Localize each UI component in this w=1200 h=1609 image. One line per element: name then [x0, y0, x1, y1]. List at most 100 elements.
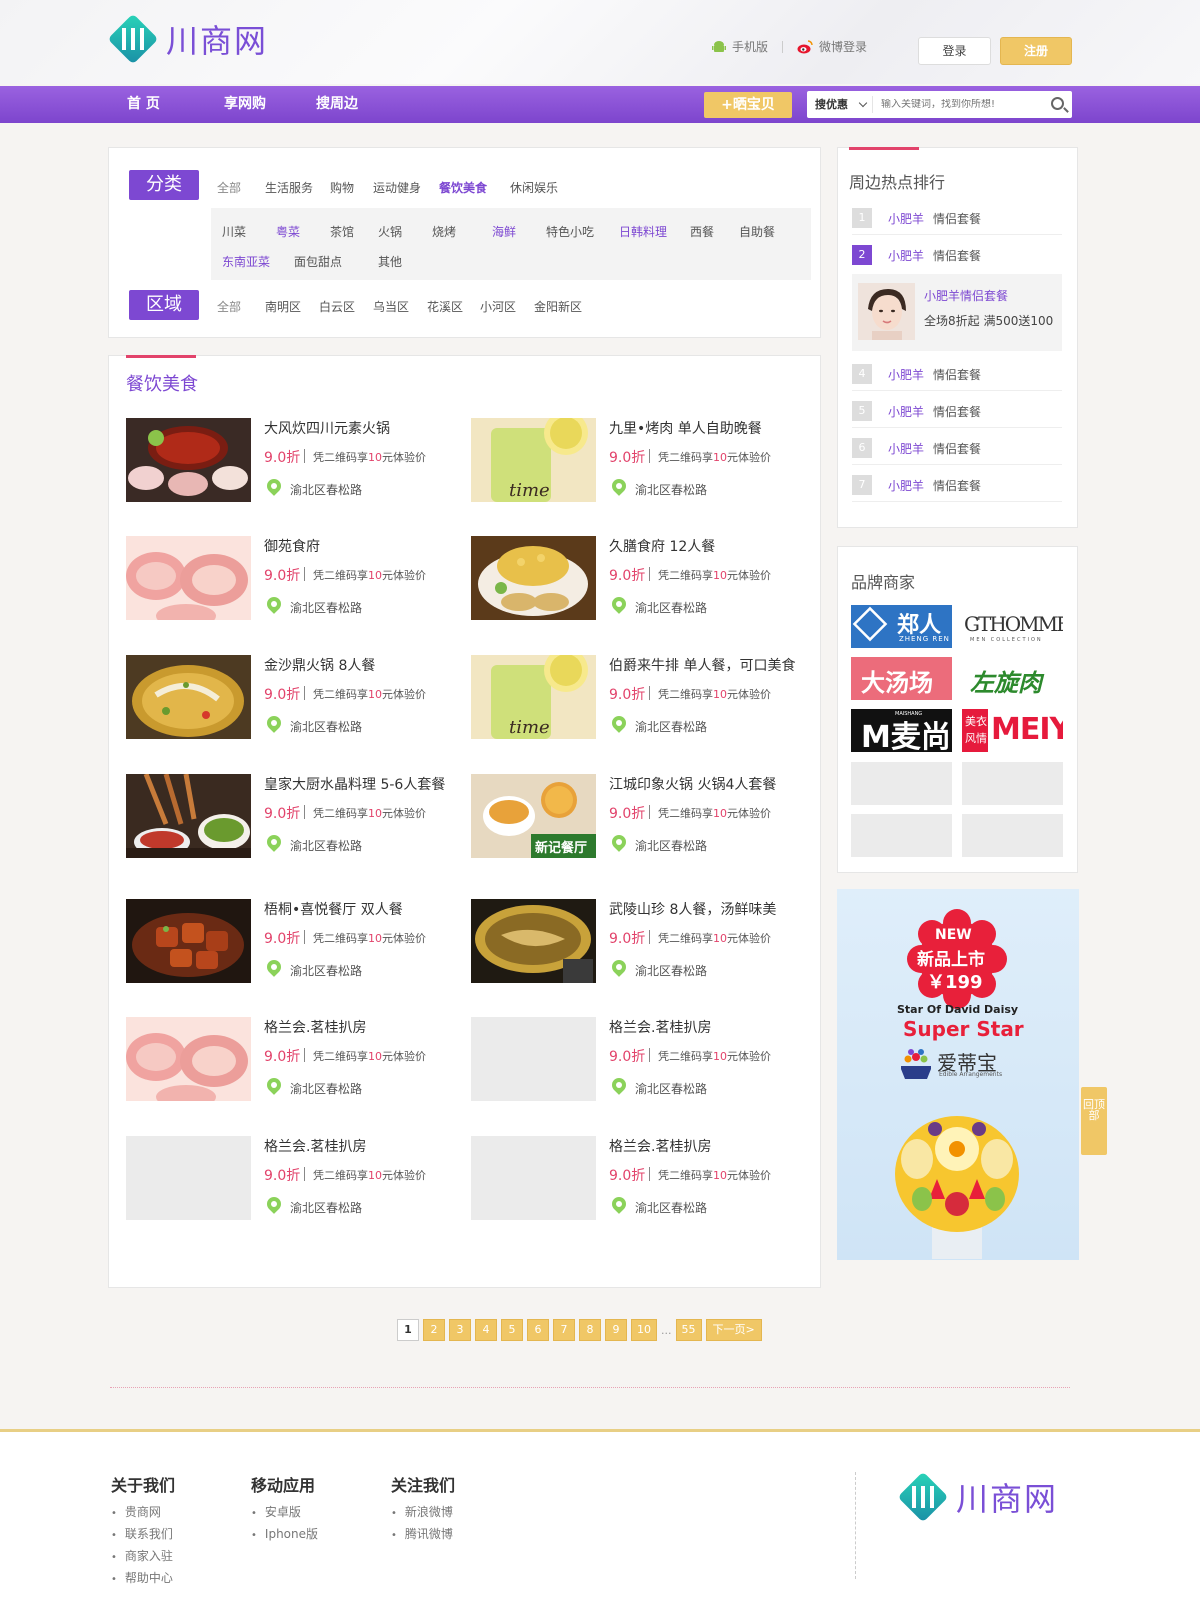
- deal-thumbnail[interactable]: [126, 774, 251, 858]
- deal-thumbnail[interactable]: [126, 655, 251, 739]
- sub-buffet[interactable]: 自助餐: [739, 223, 775, 240]
- deal-thumbnail[interactable]: [126, 1136, 251, 1220]
- deal-thumbnail[interactable]: [471, 1017, 596, 1101]
- area-huaxi[interactable]: 花溪区: [427, 298, 463, 315]
- footer-link[interactable]: Iphone版: [251, 1524, 318, 1546]
- deal-name[interactable]: 九里•烤肉 单人自助晚餐: [609, 418, 762, 438]
- rank-shop[interactable]: 小肥羊: [888, 403, 924, 420]
- page-9[interactable]: 9: [605, 1319, 627, 1341]
- rank-row[interactable]: 1 小肥羊 情侣套餐: [852, 198, 1062, 235]
- footer-link[interactable]: 帮助中心: [111, 1568, 175, 1590]
- deal-thumbnail[interactable]: [126, 536, 251, 620]
- area-jinyang[interactable]: 金阳新区: [534, 298, 582, 315]
- page-5[interactable]: 5: [501, 1319, 523, 1341]
- nav-nearby[interactable]: 搜周边: [316, 86, 358, 123]
- sub-teahouse[interactable]: 茶馆: [330, 223, 354, 240]
- area-baiyun[interactable]: 白云区: [319, 298, 355, 315]
- deal-thumbnail[interactable]: [126, 418, 251, 502]
- deal-card[interactable]: 大风炊四川元素火锅 9.0折 凭二维码享10元体验价 渝北区春松路: [126, 418, 466, 502]
- footer-link[interactable]: 安卓版: [251, 1502, 318, 1524]
- nav-online-shopping[interactable]: 享网购: [224, 86, 266, 123]
- page-4[interactable]: 4: [475, 1319, 497, 1341]
- rank-shop[interactable]: 小肥羊: [888, 440, 924, 457]
- brand-logo[interactable]: 左旋肉碱: [962, 657, 1063, 700]
- rank-shop[interactable]: 小肥羊: [888, 210, 924, 227]
- deal-card[interactable]: 皇家大厨水晶料理 5-6人套餐 9.0折 凭二维码享10元体验价 渝北区春松路: [126, 774, 466, 858]
- deal-card[interactable]: time 伯爵来牛排 单人餐，可口美食 9.0折 凭二维码享10元体验价 渝北区春松路: [471, 655, 811, 739]
- featured-title[interactable]: 小肥羊情侣套餐: [924, 287, 1008, 304]
- sub-seafood[interactable]: 海鲜: [492, 223, 516, 240]
- nav-home[interactable]: 首 页: [127, 86, 160, 123]
- page-10[interactable]: 10: [631, 1319, 657, 1341]
- page-2[interactable]: 2: [423, 1319, 445, 1341]
- page-7[interactable]: 7: [553, 1319, 575, 1341]
- deal-thumbnail[interactable]: [126, 1017, 251, 1101]
- deal-name[interactable]: 格兰会.茗桂扒房: [264, 1017, 366, 1037]
- deal-thumbnail[interactable]: [126, 899, 251, 983]
- deal-name[interactable]: 伯爵来牛排 单人餐，可口美食: [609, 655, 795, 675]
- deal-card[interactable]: 格兰会.茗桂扒房 9.0折 凭二维码享10元体验价 渝北区春松路: [126, 1017, 466, 1101]
- deal-name[interactable]: 御苑食府: [264, 536, 320, 556]
- rank-row[interactable]: 7 小肥羊 情侣套餐: [852, 465, 1062, 502]
- area-nanming[interactable]: 南明区: [265, 298, 301, 315]
- sub-bakery[interactable]: 面包甜点: [294, 253, 342, 270]
- deal-name[interactable]: 江城印象火锅 火锅4人套餐: [609, 774, 776, 794]
- category-sports[interactable]: 运动健身: [373, 179, 421, 196]
- sub-bbq[interactable]: 烧烤: [432, 223, 456, 240]
- sub-hotpot[interactable]: 火锅: [378, 223, 402, 240]
- deal-card[interactable]: 新记餐厅 江城印象火锅 火锅4人套餐 9.0折 凭二维码享10元体验价 渝北区春松路: [471, 774, 811, 858]
- deal-thumbnail[interactable]: [471, 536, 596, 620]
- category-leisure[interactable]: 休闲娱乐: [510, 179, 558, 196]
- category-food[interactable]: 餐饮美食: [439, 179, 487, 196]
- deal-name[interactable]: 金沙鼎火锅 8人餐: [264, 655, 375, 675]
- footer-link[interactable]: 新浪微博: [391, 1502, 455, 1524]
- deal-name[interactable]: 格兰会.茗桂扒房: [264, 1136, 366, 1156]
- deal-name[interactable]: 格兰会.茗桂扒房: [609, 1017, 711, 1037]
- deal-card[interactable]: 御苑食府 9.0折 凭二维码享10元体验价 渝北区春松路: [126, 536, 466, 620]
- page-6[interactable]: 6: [527, 1319, 549, 1341]
- back-to-top-button[interactable]: 回顶部: [1081, 1087, 1107, 1155]
- search-type-select[interactable]: 搜优惠: [807, 96, 873, 113]
- category-all[interactable]: 全部: [217, 179, 241, 196]
- category-life-service[interactable]: 生活服务: [265, 179, 313, 196]
- deal-card[interactable]: 格兰会.茗桂扒房 9.0折 凭二维码享10元体验价 渝北区春松路: [471, 1136, 811, 1220]
- deal-name[interactable]: 武陵山珍 8人餐，汤鲜味美: [609, 899, 776, 919]
- deal-thumbnail[interactable]: 新记餐厅: [471, 774, 596, 858]
- deal-name[interactable]: 久膳食府 12人餐: [609, 536, 715, 556]
- footer-link[interactable]: 腾讯微博: [391, 1524, 455, 1546]
- deal-thumbnail[interactable]: time: [471, 418, 596, 502]
- sub-southeast-asian[interactable]: 东南亚菜: [222, 253, 270, 270]
- page-1[interactable]: 1: [397, 1319, 419, 1341]
- rank-row[interactable]: 5 小肥羊 情侣套餐: [852, 391, 1062, 428]
- deal-card[interactable]: 格兰会.茗桂扒房 9.0折 凭二维码享10元体验价 渝北区春松路: [126, 1136, 466, 1220]
- footer-logo[interactable]: 川商网: [897, 1471, 1058, 1523]
- login-button[interactable]: 登录: [918, 37, 991, 65]
- weibo-login-link[interactable]: 微博登录: [819, 38, 867, 55]
- sub-snacks[interactable]: 特色小吃: [546, 223, 594, 240]
- footer-link[interactable]: 联系我们: [111, 1524, 175, 1546]
- deal-name[interactable]: 梧桐•喜悦餐厅 双人餐: [264, 899, 403, 919]
- search-input[interactable]: [881, 99, 1041, 110]
- area-xiaohe[interactable]: 小河区: [480, 298, 516, 315]
- footer-link[interactable]: 商家入驻: [111, 1546, 175, 1568]
- deal-name[interactable]: 格兰会.茗桂扒房: [609, 1136, 711, 1156]
- deal-card[interactable]: 格兰会.茗桂扒房 9.0折 凭二维码享10元体验价 渝北区春松路: [471, 1017, 811, 1101]
- deal-thumbnail[interactable]: [471, 1136, 596, 1220]
- rank-row[interactable]: 2 小肥羊 情侣套餐: [852, 235, 1062, 272]
- sub-sichuan[interactable]: 川菜: [222, 223, 246, 240]
- brand-logo[interactable]: 大汤场: [851, 657, 952, 700]
- category-shopping[interactable]: 购物: [330, 179, 354, 196]
- search-icon[interactable]: [1051, 97, 1064, 110]
- deal-thumbnail[interactable]: time: [471, 655, 596, 739]
- page-3[interactable]: 3: [449, 1319, 471, 1341]
- mobile-link[interactable]: 手机版: [732, 38, 768, 55]
- advertisement-banner[interactable]: NEW 新品上市 ￥199 Star Of David Daisy Super …: [837, 889, 1079, 1260]
- rank-shop[interactable]: 小肥羊: [888, 477, 924, 494]
- featured-rank-item[interactable]: 小肥羊情侣套餐 全场8折起 满500送100: [852, 274, 1062, 351]
- rank-shop[interactable]: 小肥羊: [888, 366, 924, 383]
- page-last[interactable]: 55: [675, 1319, 702, 1341]
- register-button[interactable]: 注册: [1000, 37, 1072, 65]
- deal-card[interactable]: 久膳食府 12人餐 9.0折 凭二维码享10元体验价 渝北区春松路: [471, 536, 811, 620]
- page-8[interactable]: 8: [579, 1319, 601, 1341]
- brand-logo[interactable]: GTHOMME MEN COLLECTION: [962, 605, 1063, 648]
